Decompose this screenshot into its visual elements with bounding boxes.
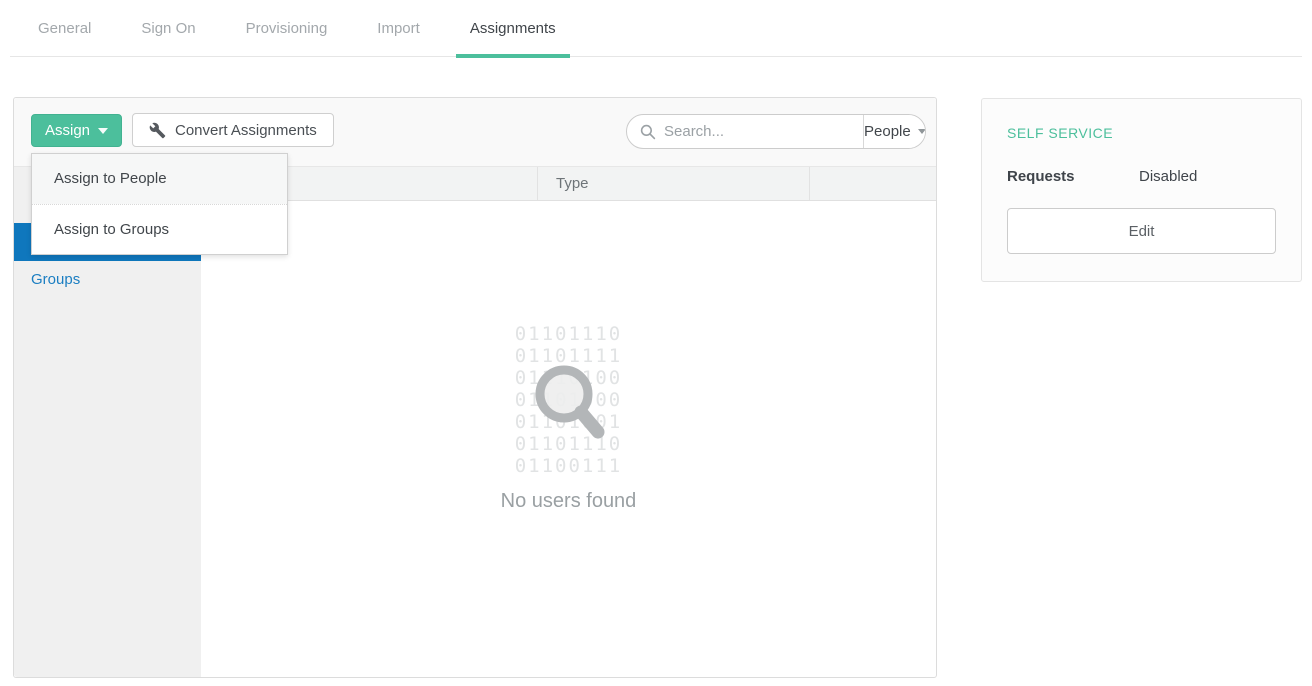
binary-line: 01100111 bbox=[201, 455, 936, 477]
assign-dropdown-menu: Assign to People Assign to Groups bbox=[31, 153, 288, 255]
assign-button[interactable]: Assign bbox=[31, 114, 122, 147]
wrench-icon bbox=[149, 122, 166, 139]
assign-button-label: Assign bbox=[45, 122, 90, 139]
search-control: People bbox=[626, 114, 926, 149]
empty-state-message: No users found bbox=[201, 490, 936, 513]
tab-assignments[interactable]: Assignments bbox=[456, 0, 570, 57]
search-icon bbox=[627, 124, 664, 140]
self-service-title: SELF SERVICE bbox=[1007, 125, 1276, 141]
chevron-down-icon bbox=[918, 129, 926, 134]
requests-label: Requests bbox=[1007, 168, 1139, 185]
table-header-actions bbox=[809, 167, 936, 200]
tab-general[interactable]: General bbox=[24, 0, 105, 57]
requests-row: Requests Disabled bbox=[1007, 168, 1276, 185]
filter-item-groups[interactable]: Groups bbox=[14, 261, 201, 299]
magnifier-icon bbox=[531, 362, 611, 457]
binary-line: 01101110 bbox=[201, 323, 936, 345]
edit-button[interactable]: Edit bbox=[1007, 208, 1276, 254]
app-tab-bar: General Sign On Provisioning Import Assi… bbox=[10, 0, 1302, 57]
menu-item-assign-to-groups[interactable]: Assign to Groups bbox=[32, 204, 287, 254]
self-service-panel: SELF SERVICE Requests Disabled Edit bbox=[981, 98, 1302, 282]
tab-sign-on[interactable]: Sign On bbox=[127, 0, 209, 57]
tab-import[interactable]: Import bbox=[363, 0, 434, 57]
convert-assignments-label: Convert Assignments bbox=[175, 122, 317, 139]
convert-assignments-button[interactable]: Convert Assignments bbox=[132, 113, 334, 147]
search-scope-label: People bbox=[864, 123, 911, 140]
app-assignments-page: General Sign On Provisioning Import Assi… bbox=[0, 0, 1312, 686]
table-header-type: Type bbox=[537, 167, 809, 200]
chevron-down-icon bbox=[98, 128, 108, 134]
assignments-card: Assign Convert Assignments bbox=[13, 97, 937, 678]
search-scope-dropdown[interactable]: People bbox=[863, 115, 926, 148]
tab-provisioning[interactable]: Provisioning bbox=[232, 0, 342, 57]
search-input[interactable] bbox=[664, 123, 863, 140]
requests-value: Disabled bbox=[1139, 168, 1197, 185]
table-header-row: Type bbox=[201, 167, 936, 201]
menu-item-assign-to-people[interactable]: Assign to People bbox=[32, 154, 287, 204]
